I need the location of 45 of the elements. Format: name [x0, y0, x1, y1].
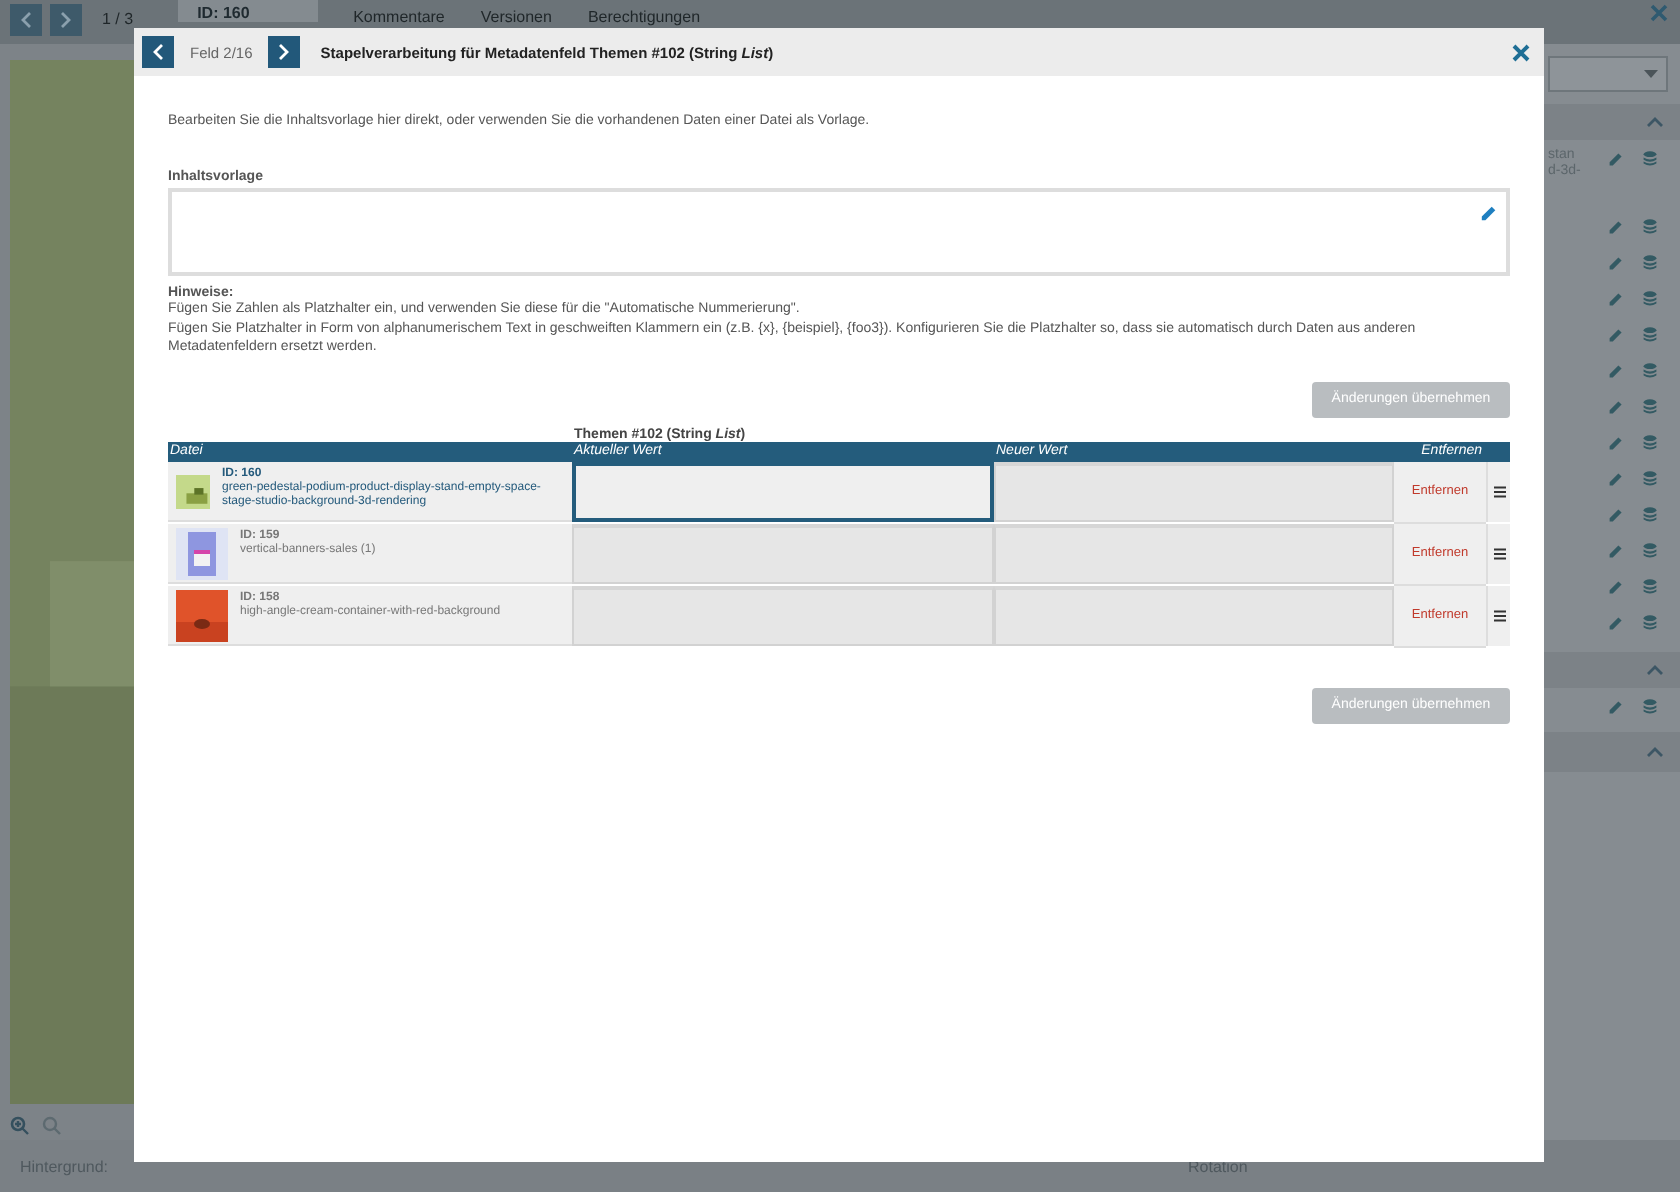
page-counter: 1 / 3 [102, 10, 134, 28]
drag-handle-icon[interactable] [1493, 547, 1505, 559]
caret-down-icon[interactable] [1644, 70, 1658, 78]
chevron-left-icon [20, 12, 32, 28]
stack-icon[interactable] [1642, 149, 1658, 167]
chevron-left-icon [152, 44, 164, 60]
close-icon[interactable] [1512, 43, 1530, 61]
previous-field-button[interactable] [142, 36, 174, 68]
new-value-field[interactable] [994, 461, 1394, 521]
template-field[interactable] [168, 188, 1510, 276]
stack-icon[interactable] [1642, 433, 1658, 451]
chevron-right-icon [60, 12, 72, 28]
new-value-field[interactable] [994, 523, 1394, 583]
zoom-in-icon[interactable] [10, 1116, 30, 1136]
stack-icon[interactable] [1642, 697, 1658, 715]
id-tab[interactable]: ID: 160 [177, 0, 318, 22]
caret-up-icon[interactable] [1646, 664, 1664, 676]
previous-button[interactable] [10, 4, 42, 36]
stack-icon[interactable] [1642, 217, 1658, 235]
stack-icon[interactable] [1642, 325, 1658, 343]
stack-icon[interactable] [1642, 289, 1658, 307]
new-value-field[interactable] [994, 585, 1394, 645]
drag-handle-icon[interactable] [1493, 609, 1505, 621]
next-field-button[interactable] [268, 36, 301, 68]
zoom-out-icon[interactable] [42, 1116, 62, 1136]
stack-icon[interactable] [1642, 361, 1658, 379]
chevron-right-icon [278, 44, 291, 60]
drag-handle-icon[interactable] [1493, 485, 1505, 497]
stack-icon[interactable] [1642, 397, 1658, 415]
tab[interactable]: Kommentare [353, 8, 445, 26]
next-button[interactable] [50, 4, 82, 36]
caret-up-icon[interactable] [1646, 116, 1664, 128]
pencil-icon[interactable] [1608, 149, 1624, 167]
stack-icon[interactable] [1642, 505, 1658, 523]
pencil-icon[interactable] [1608, 697, 1624, 715]
stack-icon[interactable] [1642, 613, 1658, 631]
tab[interactable]: Versionen [480, 8, 552, 26]
tab[interactable]: Berechtigungen [587, 8, 701, 26]
pencil-icon[interactable] [1480, 204, 1498, 222]
stack-icon[interactable] [1642, 577, 1658, 595]
caret-up-icon[interactable] [1646, 746, 1664, 758]
stack-icon[interactable] [1642, 253, 1658, 271]
stack-icon[interactable] [1642, 469, 1658, 487]
current-value-field[interactable] [572, 461, 994, 521]
stack-icon[interactable] [1642, 541, 1658, 559]
